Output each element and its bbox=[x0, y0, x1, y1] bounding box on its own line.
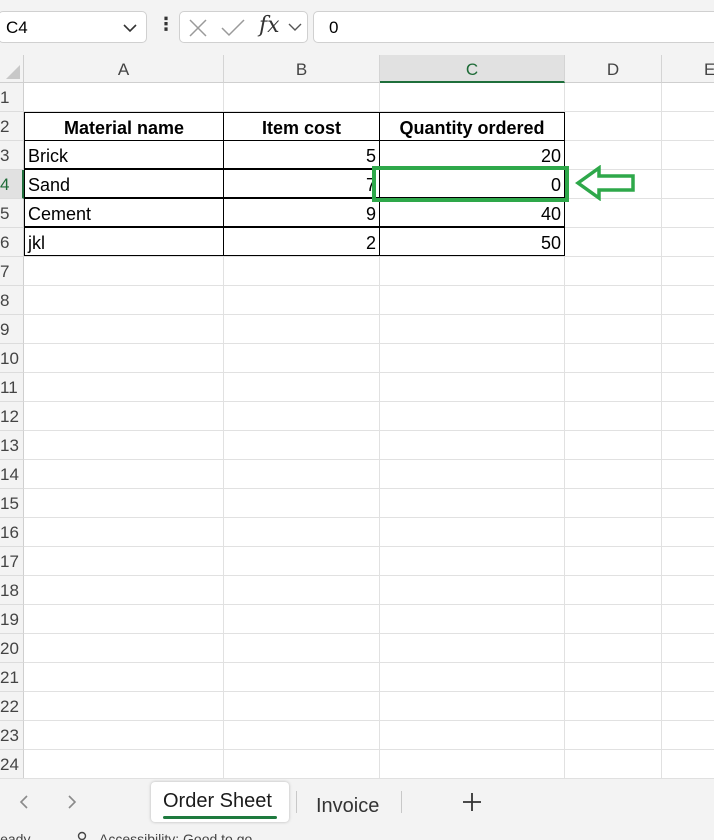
gridline bbox=[24, 430, 714, 431]
chevron-down-icon[interactable] bbox=[288, 21, 302, 33]
row-header[interactable]: 5 bbox=[0, 199, 24, 228]
row-header[interactable]: 20 bbox=[0, 634, 24, 663]
formula-bar: C4 ⋮ fx 0 bbox=[0, 0, 714, 55]
row-header[interactable]: 9 bbox=[0, 315, 24, 344]
gridline bbox=[24, 575, 714, 576]
column-header-c[interactable]: C bbox=[380, 55, 565, 83]
column-header-e[interactable]: E bbox=[662, 55, 714, 83]
row-header[interactable]: 13 bbox=[0, 431, 24, 460]
row-header[interactable]: 15 bbox=[0, 489, 24, 518]
accessibility-status[interactable]: Accessibility: Good to go bbox=[99, 831, 252, 840]
status-ready: Ready bbox=[0, 831, 31, 840]
gridline bbox=[24, 488, 714, 489]
add-sheet-icon[interactable] bbox=[460, 790, 484, 814]
table-cell[interactable]: jkl bbox=[24, 227, 224, 256]
enter-check-icon[interactable] bbox=[220, 18, 246, 38]
row-header[interactable]: 23 bbox=[0, 721, 24, 750]
chevron-right-icon[interactable] bbox=[64, 794, 80, 810]
active-tab-indicator bbox=[163, 816, 277, 819]
row-header[interactable]: 12 bbox=[0, 402, 24, 431]
gridline bbox=[24, 343, 714, 344]
highlight-box bbox=[372, 166, 569, 202]
row-header[interactable]: 24 bbox=[0, 750, 24, 778]
gridline bbox=[24, 749, 714, 750]
gridline bbox=[24, 662, 714, 663]
row-header[interactable]: 8 bbox=[0, 286, 24, 315]
column-header-label: E bbox=[704, 60, 714, 79]
row-header[interactable]: 10 bbox=[0, 344, 24, 373]
table-cell[interactable]: 9 bbox=[223, 198, 380, 227]
status-bar: Ready Accessibility: Good to go bbox=[0, 825, 714, 840]
tab-label: Invoice bbox=[316, 795, 380, 817]
column-header-label: A bbox=[117, 60, 130, 79]
row-header[interactable]: 2 bbox=[0, 112, 24, 141]
row-header[interactable]: 7 bbox=[0, 257, 24, 286]
table-cell[interactable]: 5 bbox=[223, 140, 380, 169]
row-header[interactable]: 21 bbox=[0, 663, 24, 692]
row-header[interactable]: 17 bbox=[0, 547, 24, 576]
table-cell[interactable]: Cement bbox=[24, 198, 224, 227]
gridline bbox=[24, 372, 714, 373]
formula-value[interactable]: 0 bbox=[329, 18, 338, 38]
tab-divider bbox=[296, 791, 297, 813]
select-all-corner[interactable] bbox=[0, 55, 24, 83]
name-box-value[interactable]: C4 bbox=[6, 18, 28, 38]
accessibility-icon[interactable] bbox=[72, 830, 92, 840]
table-cell[interactable]: 20 bbox=[379, 140, 565, 169]
gridline bbox=[24, 459, 714, 460]
tab-label: Order Sheet bbox=[163, 790, 272, 812]
more-options-icon[interactable]: ⋮ bbox=[157, 14, 175, 35]
column-header-label: B bbox=[295, 60, 308, 79]
table-cell[interactable]: 2 bbox=[223, 227, 380, 256]
table-cell[interactable]: 50 bbox=[379, 227, 565, 256]
chevron-down-icon[interactable] bbox=[122, 20, 138, 36]
chevron-left-icon[interactable] bbox=[16, 794, 32, 810]
column-header-a[interactable]: A bbox=[24, 55, 224, 83]
table-cell[interactable]: 7 bbox=[223, 169, 380, 198]
column-header-b[interactable]: B bbox=[224, 55, 380, 83]
sheet-tab-bar: Order Sheet Invoice bbox=[0, 778, 714, 825]
row-header[interactable]: 19 bbox=[0, 605, 24, 634]
row-header[interactable]: 18 bbox=[0, 576, 24, 605]
formula-buttons: fx bbox=[179, 11, 308, 43]
gridline bbox=[24, 517, 714, 518]
row-header[interactable]: 3 bbox=[0, 141, 24, 170]
insert-function-icon[interactable]: fx bbox=[259, 13, 280, 38]
cancel-icon[interactable] bbox=[188, 18, 208, 38]
gridline bbox=[24, 633, 714, 634]
gridline bbox=[24, 604, 714, 605]
table-header-cell[interactable]: Material name bbox=[24, 112, 224, 141]
gridline bbox=[24, 546, 714, 547]
row-header[interactable]: 6 bbox=[0, 228, 24, 257]
table-cell[interactable]: Brick bbox=[24, 140, 224, 169]
row-header[interactable]: 16 bbox=[0, 518, 24, 547]
column-header-label: C bbox=[465, 60, 479, 79]
gridline bbox=[24, 285, 714, 286]
row-header[interactable]: 4 bbox=[0, 170, 24, 199]
row-header[interactable]: 22 bbox=[0, 692, 24, 721]
row-header[interactable]: 11 bbox=[0, 373, 24, 402]
gridline bbox=[24, 256, 714, 257]
column-header-d[interactable]: D bbox=[565, 55, 662, 83]
gridline bbox=[24, 720, 714, 721]
row-header[interactable]: 1 bbox=[0, 83, 24, 112]
tab-order-sheet[interactable]: Order Sheet bbox=[151, 782, 289, 822]
column-header-label: D bbox=[606, 60, 620, 79]
name-box[interactable]: C4 bbox=[0, 11, 147, 43]
select-all-triangle bbox=[6, 65, 20, 79]
table-cell[interactable]: Sand bbox=[24, 169, 224, 198]
gridline bbox=[24, 691, 714, 692]
table-header-cell[interactable]: Item cost bbox=[223, 112, 380, 141]
left-arrow-icon bbox=[575, 165, 635, 201]
gridline bbox=[24, 314, 714, 315]
gridline bbox=[24, 401, 714, 402]
table-header-cell[interactable]: Quantity ordered bbox=[379, 112, 565, 141]
tab-invoice[interactable]: Invoice bbox=[304, 782, 396, 822]
row-header[interactable]: 14 bbox=[0, 460, 24, 489]
spreadsheet-grid[interactable]: A B C D E 1 2 3 4 5 6 7 8 9 10 11 12 13 14 15 16 17 18 19 2… bbox=[0, 55, 714, 778]
table-cell[interactable]: 40 bbox=[379, 198, 565, 227]
tab-divider bbox=[401, 791, 402, 813]
formula-input[interactable]: 0 bbox=[313, 11, 714, 43]
